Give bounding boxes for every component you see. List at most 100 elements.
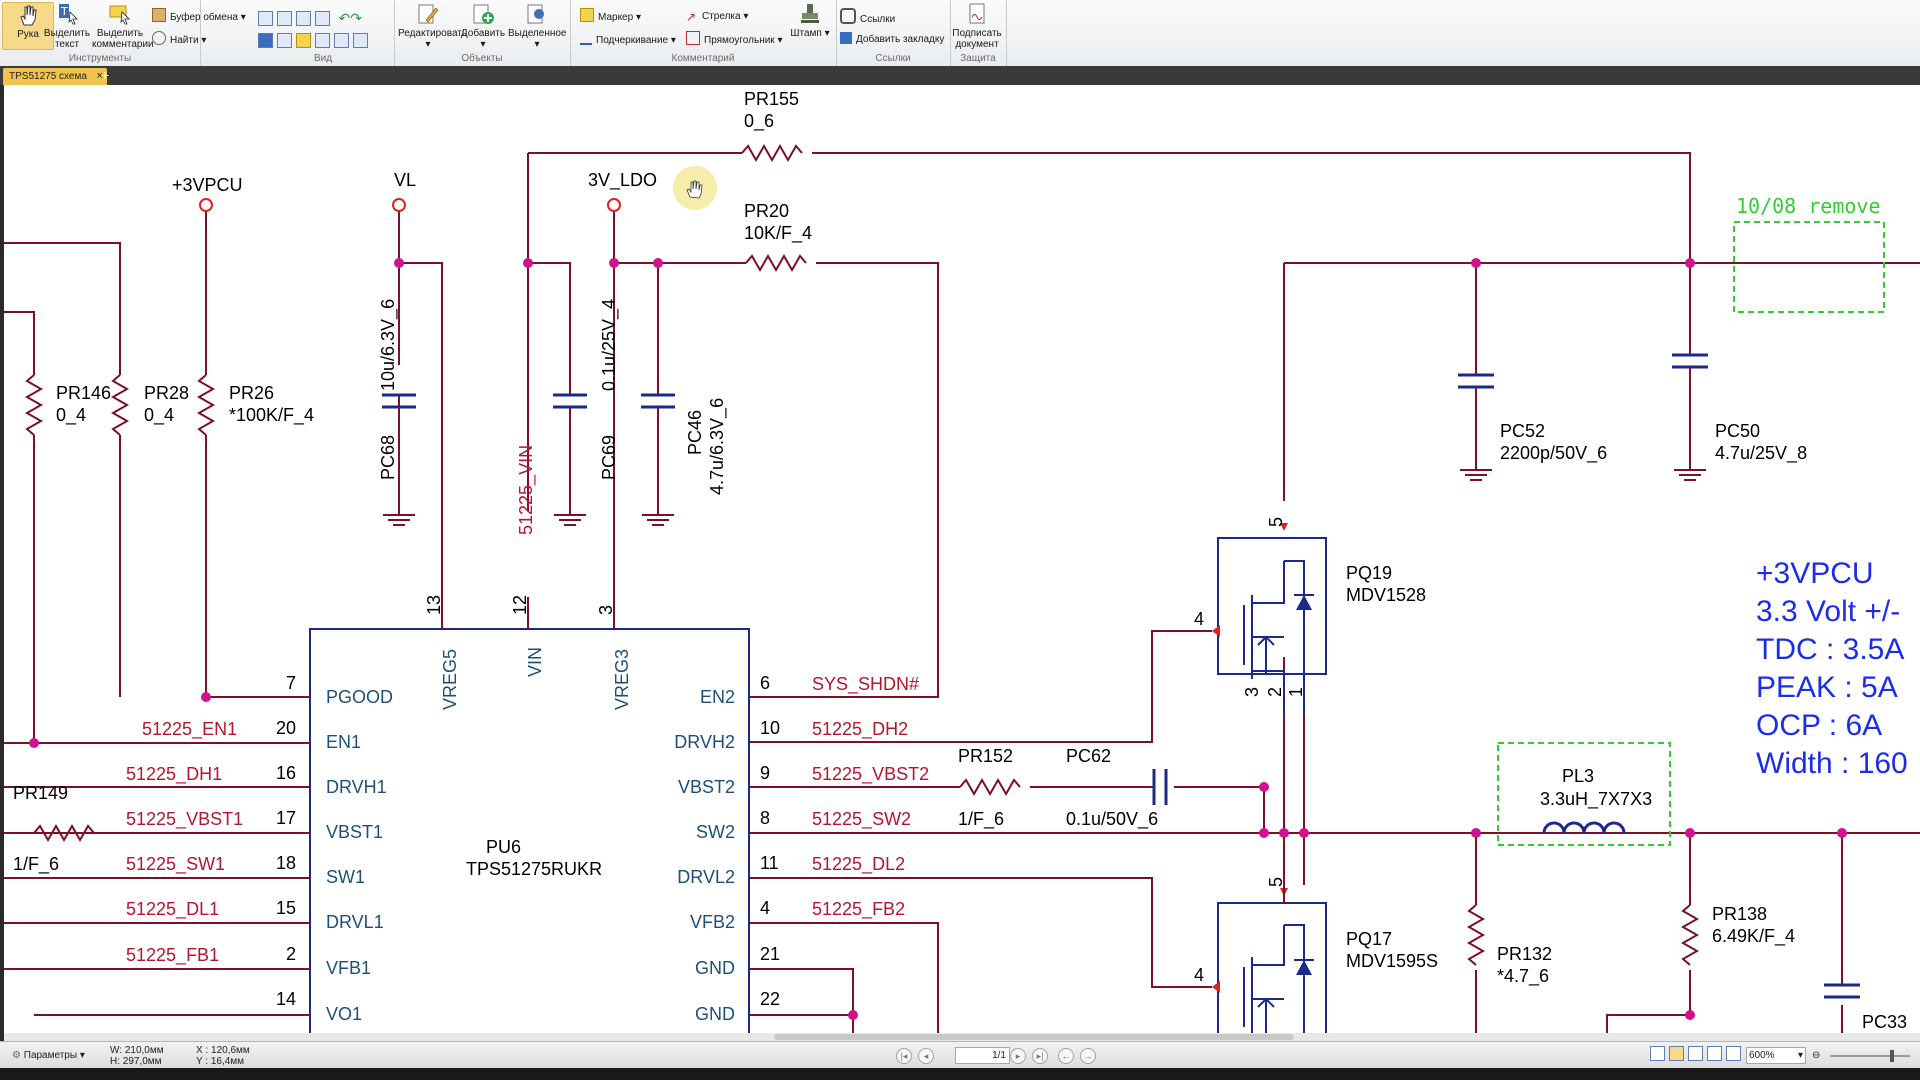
first-page-icon[interactable]: |◂ [896, 1048, 912, 1064]
comment-icon[interactable] [296, 33, 311, 48]
zoom-value: 600% [1749, 1050, 1775, 1061]
pin-name-vo1: VO1 [326, 1004, 362, 1024]
single-page-icon[interactable] [1650, 1046, 1665, 1061]
add-bookmark-label: Добавить закладку [856, 34, 945, 45]
marker-button[interactable]: Маркер ▾ [580, 8, 641, 26]
pr26-value: *100K/F_4 [229, 405, 314, 426]
pq19-ref: PQ19 [1346, 563, 1392, 583]
document-canvas[interactable]: 10/08 remove +3VPCU VL 3V_LDO 51225_VIN … [4, 85, 1920, 1033]
pin-name-en2: EN2 [700, 687, 735, 707]
undo-icon[interactable]: ↶ [338, 10, 350, 26]
bottom-strip [0, 1068, 1920, 1080]
back-icon[interactable]: ← [1058, 1048, 1074, 1064]
add-bookmark-button[interactable]: Добавить закладку [840, 31, 944, 49]
pages-icon[interactable] [277, 33, 292, 48]
layers-icon[interactable] [334, 33, 349, 48]
scrollbar-thumb[interactable] [774, 1034, 1294, 1040]
rectangle-button[interactable]: Прямоугольник ▾ [686, 31, 783, 49]
two-continuous-icon[interactable] [1707, 1046, 1722, 1061]
pin-num-7: 7 [286, 673, 296, 693]
sign-document-label: Подписать документ [952, 28, 1002, 50]
sign-document-button[interactable]: Подписать документ [952, 2, 1002, 50]
page-number-input[interactable]: 1/1 [955, 1047, 1010, 1064]
fullscreen-icon[interactable] [1726, 1046, 1741, 1061]
underline-button[interactable]: Подчеркивание ▾ [580, 31, 676, 49]
arrow-label: Стрелка [702, 11, 741, 22]
pin-name-vreg5: VREG5 [440, 649, 460, 710]
pq17-ref: PQ17 [1346, 929, 1392, 949]
pin-name-sw1: SW1 [326, 867, 365, 887]
spec-ocp: OCP : 6A [1756, 709, 1882, 742]
page-fit-icon[interactable] [258, 11, 273, 26]
edit-button[interactable]: Редактировать ▾ [398, 2, 467, 50]
pin-num-12: 12 [510, 595, 530, 615]
document-tab[interactable]: TPS51275 схема × [3, 68, 107, 85]
zoom-out-icon[interactable]: ⊖ [1812, 1042, 1820, 1069]
pr155-value: 0_6 [744, 111, 774, 132]
pc68-ref: PC68 [378, 435, 398, 480]
zoom-area-icon[interactable] [315, 11, 330, 26]
text-cursor-icon: T [59, 4, 78, 25]
pin-num-2: 2 [286, 944, 296, 964]
zoom-page-icon[interactable] [296, 11, 311, 26]
select-comments-button[interactable]: Выделить комментарии [92, 2, 154, 50]
two-page-icon[interactable] [1688, 1046, 1703, 1061]
pin-name-vbst1: VBST1 [326, 822, 383, 842]
continuous-page-icon[interactable] [1669, 1046, 1684, 1061]
ground-symbols [382, 469, 1707, 526]
prev-page-icon[interactable]: ◂ [918, 1048, 934, 1064]
next-page-icon[interactable]: ▸ [1010, 1048, 1026, 1064]
stamp-button[interactable]: Штамп ▾ [788, 2, 832, 48]
arrow-button[interactable]: ↗ Стрелка ▾ [686, 8, 748, 26]
pr28-resistor [110, 374, 130, 436]
attachment-icon[interactable] [315, 33, 330, 48]
pc46-value: 4.7u/6.3V_6 [707, 398, 728, 495]
last-page-icon[interactable]: ▸| [1032, 1048, 1048, 1064]
status-bar: ⚙ Параметры ▾ W: 210,0мм H: 297,0мм X : … [0, 1041, 1920, 1069]
pc46-ref: PC46 [685, 410, 705, 455]
spec-peak: PEAK : 5A [1756, 671, 1898, 704]
svg-text:T: T [60, 5, 68, 18]
select-text-button[interactable]: T Выделить текст [42, 2, 92, 50]
pq17-pin-5: 5 [1266, 877, 1286, 887]
pr28-value: 0_4 [144, 405, 174, 426]
pr152-resistor [959, 777, 1021, 797]
pr20-resistor [745, 253, 807, 273]
pin-name-drvl2: DRVL2 [677, 867, 735, 887]
find-button[interactable]: Найти ▾ [152, 31, 206, 49]
pl3-value: 3.3uH_7X7X3 [1540, 789, 1652, 810]
properties-icon[interactable] [353, 33, 368, 48]
horizontal-scrollbar[interactable] [4, 1033, 1920, 1041]
view-mode-icons [1650, 1042, 1745, 1069]
zoom-select[interactable]: 600% ▾ [1746, 1047, 1806, 1064]
spec-width: Width : 160 [1756, 747, 1908, 780]
selected-button[interactable]: Выделенное ▾ [508, 2, 567, 50]
comment-select-icon [109, 5, 130, 25]
pin-num-8: 8 [760, 808, 770, 828]
pin-num-18: 18 [276, 853, 296, 873]
view-group: ↶↷ Вид [252, 0, 395, 66]
pin-name-vin: VIN [525, 647, 545, 677]
marker-icon [580, 8, 594, 22]
clipboard-button[interactable]: Буфер обмена ▾ [152, 8, 246, 26]
pin-num-9: 9 [760, 763, 770, 783]
redo-icon[interactable]: ↷ [350, 10, 362, 26]
pr132-resistor [1466, 904, 1486, 966]
pc46-capacitor [641, 393, 675, 409]
params-button[interactable]: ⚙ Параметры ▾ [12, 1042, 85, 1069]
forward-icon[interactable]: → [1080, 1048, 1096, 1064]
pc62-capacitor [1152, 769, 1168, 805]
zoom-slider[interactable] [1830, 1050, 1910, 1062]
add-button[interactable]: Добавить ▾ [460, 2, 506, 50]
pq17-mosfet [1212, 888, 1327, 1033]
net-fb1-label: 51225_FB1 [126, 945, 219, 966]
net-dl2-label: 51225_DL2 [812, 854, 905, 875]
zoom-slider-handle[interactable] [1890, 1050, 1894, 1062]
bookmark-icon[interactable] [258, 33, 273, 48]
page-width-icon[interactable] [277, 11, 292, 26]
links-button[interactable]: Ссылки [840, 8, 895, 26]
new-tab-button[interactable]: + [98, 68, 112, 83]
port-3vpcu-label: +3VPCU [172, 175, 243, 195]
pr138-value: 6.49K/F_4 [1712, 926, 1795, 947]
pr26-ref: PR26 [229, 383, 274, 403]
